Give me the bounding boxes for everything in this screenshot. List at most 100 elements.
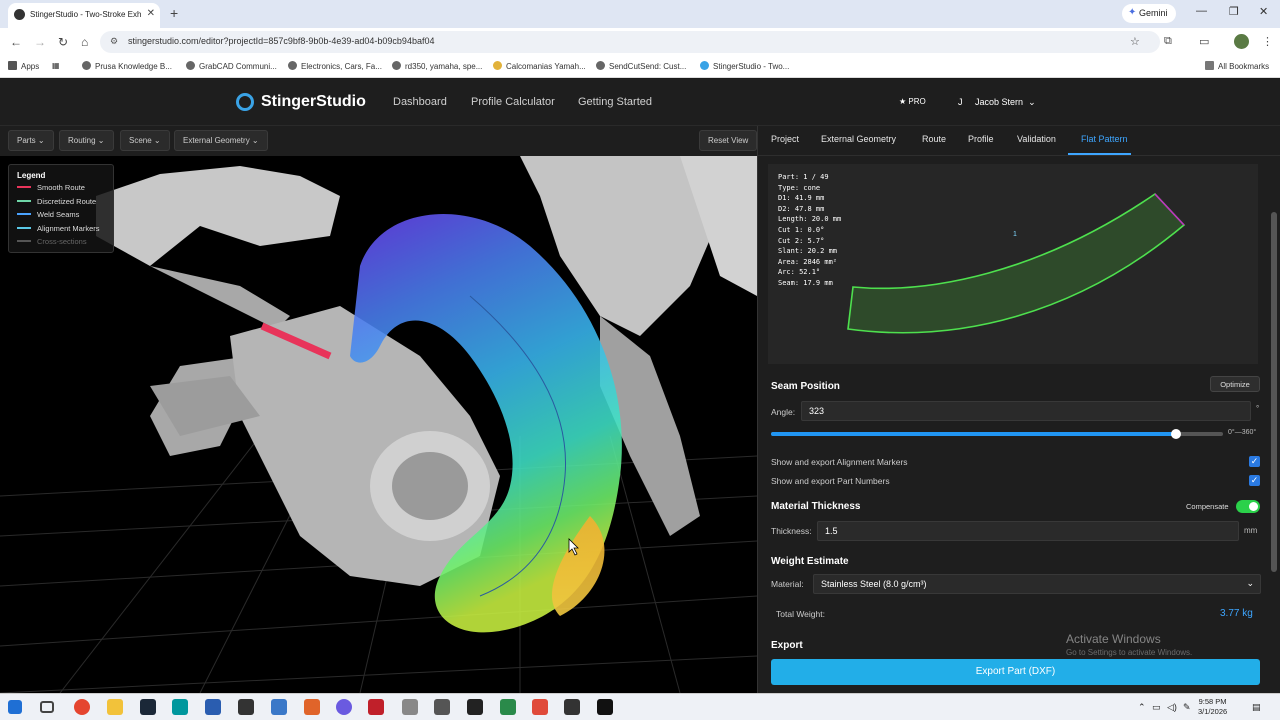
flat-pattern-preview[interactable]: Part: 1 / 49 Type: cone D1: 41.9 mm D2: … [768, 164, 1258, 364]
window-close-icon[interactable]: ✕ [1259, 5, 1268, 18]
alignment-markers-checkbox[interactable]: ✓ [1249, 456, 1260, 467]
address-bar[interactable]: ⚙ stingerstudio.com/editor?projectId=857… [100, 31, 1160, 53]
back-icon[interactable]: ← [10, 35, 22, 49]
apps-grid-icon[interactable]: ▦ [52, 61, 60, 70]
bookmark-calcomanias[interactable]: Calcomanias Yamah... [493, 61, 586, 71]
bookmark-prusa[interactable]: Prusa Knowledge B... [82, 61, 172, 71]
start-windows-icon[interactable] [8, 700, 22, 714]
tab-validation[interactable]: Validation [1017, 134, 1056, 144]
app-logo[interactable]: StingerStudio [261, 93, 366, 111]
restore-icon[interactable]: ❐ [1229, 5, 1239, 18]
part-numbers-checkbox[interactable]: ✓ [1249, 475, 1260, 486]
app-icon-4[interactable] [336, 699, 352, 715]
legend-discretized-route[interactable]: Discretized Route [17, 197, 113, 211]
reset-view-button[interactable]: Reset View [699, 130, 758, 151]
app-icon-8[interactable] [467, 699, 483, 715]
app-icon-1[interactable] [205, 699, 221, 715]
tab-project[interactable]: Project [771, 134, 799, 144]
tab-profile[interactable]: Profile [968, 134, 994, 144]
user-menu[interactable]: J Jacob Stern ⌄ [958, 97, 1036, 108]
app-icon-10[interactable] [532, 699, 548, 715]
activate-windows-title: Activate Windows [1066, 632, 1161, 646]
seam-position-heading: Seam Position [771, 381, 840, 392]
reload-icon[interactable]: ↻ [58, 35, 68, 49]
seam-angle-slider[interactable] [771, 429, 1223, 439]
external-geometry-dropdown[interactable]: External Geometry ⌄ [174, 130, 268, 151]
network-icon[interactable]: ▭ [1152, 702, 1161, 713]
arduino-icon[interactable] [172, 699, 188, 715]
app-icon-9[interactable] [500, 699, 516, 715]
stingerstudio-logo-icon [236, 93, 254, 111]
bookmark-stingerstudio[interactable]: StingerStudio - Two... [700, 61, 789, 71]
thickness-input[interactable]: 1.5 [817, 521, 1239, 541]
site-info-icon[interactable]: ⚙ [110, 36, 118, 47]
notifications-icon[interactable]: ▤ [1252, 702, 1261, 713]
legend-title: Legend [17, 171, 46, 180]
file-explorer-icon[interactable] [107, 699, 123, 715]
angle-input[interactable]: 323 [801, 401, 1251, 421]
tab-flat-pattern[interactable]: Flat Pattern [1081, 134, 1128, 144]
bookmark-electronics[interactable]: Electronics, Cars, Fa... [288, 61, 382, 71]
compensate-toggle[interactable] [1236, 500, 1260, 513]
legend-smooth-route[interactable]: Smooth Route [17, 183, 113, 197]
notepad-icon[interactable] [271, 699, 287, 715]
slider-handle[interactable] [1171, 429, 1182, 439]
activate-windows-subtitle: Go to Settings to activate Windows. [1066, 648, 1193, 657]
bookmark-sendcutsend[interactable]: SendCutSend: Cust... [596, 61, 686, 71]
nav-getting-started[interactable]: Getting Started [578, 96, 652, 108]
tab-external-geometry[interactable]: External Geometry [821, 134, 896, 144]
browser-tab[interactable]: StingerStudio - Two-Stroke Exh ✕ [8, 3, 160, 28]
app-icon-2[interactable] [238, 699, 254, 715]
3d-viewport[interactable]: Legend Smooth Route Discretized Route We… [0, 156, 757, 693]
material-select[interactable]: Stainless Steel (8.0 g/cm³) ⌄ [813, 574, 1261, 594]
all-bookmarks[interactable]: All Bookmarks [1205, 61, 1269, 71]
tray-overflow-icon[interactable]: ⌃ [1138, 702, 1146, 713]
user-name: Jacob Stern [975, 97, 1024, 107]
taskbar-clock[interactable]: 9:58 PM 3/1/2026 [1198, 697, 1227, 717]
nav-profile-calculator[interactable]: Profile Calculator [471, 96, 555, 108]
bookmark-apps[interactable]: Apps [8, 61, 39, 71]
tab-search-icon[interactable]: ▭ [1199, 35, 1209, 48]
app-icon-3[interactable] [304, 699, 320, 715]
legend-swatch [17, 186, 31, 188]
nav-dashboard[interactable]: Dashboard [393, 96, 447, 108]
bookmark-grabcad[interactable]: GrabCAD Communi... [186, 61, 277, 71]
app-icon-12[interactable] [597, 699, 613, 715]
legend-alignment-markers[interactable]: Alignment Markers [17, 224, 113, 238]
home-icon[interactable]: ⌂ [81, 35, 88, 49]
steam-icon[interactable] [140, 699, 156, 715]
app-icon-11[interactable] [564, 699, 580, 715]
extensions-icon[interactable]: ⧉ [1164, 35, 1172, 48]
minimize-icon[interactable]: — [1196, 5, 1207, 17]
parts-dropdown[interactable]: Parts ⌄ [8, 130, 54, 151]
legend-swatch [17, 240, 31, 242]
tray-icon[interactable]: ✎ [1183, 702, 1191, 713]
tab-title: StingerStudio - Two-Stroke Exh [30, 10, 142, 19]
chevron-down-icon: ⌄ [1028, 97, 1036, 107]
legend-swatch [17, 213, 31, 215]
scene-dropdown[interactable]: Scene ⌄ [120, 130, 170, 151]
new-tab-icon[interactable]: + [170, 5, 178, 21]
tab-close-icon[interactable]: ✕ [147, 8, 155, 19]
browser-menu-icon[interactable]: ⋮ [1262, 35, 1273, 48]
routing-dropdown[interactable]: Routing ⌄ [59, 130, 114, 151]
app-icon-6[interactable] [402, 699, 418, 715]
panel-tabs: Project External Geometry Route Profile … [758, 126, 1280, 156]
profile-avatar[interactable] [1234, 34, 1249, 49]
legend-cross-sections[interactable]: Cross-sections [17, 237, 113, 251]
optimize-button[interactable]: Optimize [1210, 376, 1260, 392]
task-view-icon[interactable] [40, 701, 54, 713]
legend-weld-seams[interactable]: Weld Seams [17, 210, 113, 224]
volume-icon[interactable]: ◁) [1167, 702, 1177, 713]
gemini-button[interactable]: ✦ Gemini [1122, 4, 1176, 23]
tab-route[interactable]: Route [922, 134, 946, 144]
app-icon-5[interactable] [368, 699, 384, 715]
forward-icon[interactable]: → [34, 35, 46, 49]
export-dxf-button[interactable]: Export Part (DXF) [771, 659, 1260, 685]
part-info: Part: 1 / 49 Type: cone D1: 41.9 mm D2: … [778, 173, 842, 287]
panel-scrollbar[interactable] [1271, 212, 1277, 572]
bookmark-star-icon[interactable]: ☆ [1130, 35, 1140, 48]
chrome-icon[interactable] [74, 699, 90, 715]
bookmark-rd350[interactable]: rd350, yamaha, spe... [392, 61, 482, 71]
app-icon-7[interactable] [434, 699, 450, 715]
